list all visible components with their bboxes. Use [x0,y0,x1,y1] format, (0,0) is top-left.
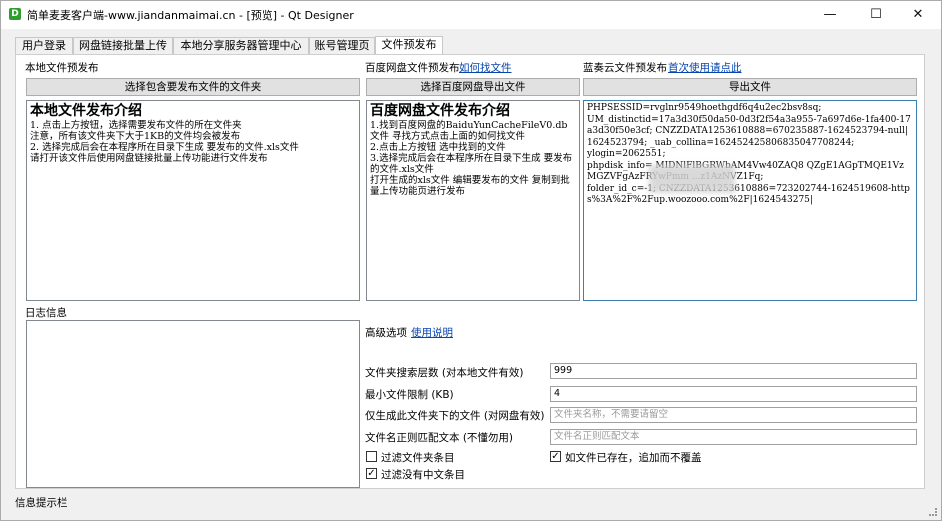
cookie-line: UM_distinctid=17a3d30f50da50-0d3f2f54a3a… [587,114,911,148]
min-size-input[interactable]: 4 [550,386,917,402]
min-size-label: 最小文件限制 (KB) [365,389,454,401]
search-depth-input[interactable]: 999 [550,363,917,379]
resize-grip[interactable] [929,508,937,516]
main-window: D 简单麦麦客户端-www.jiandanmaimai.cn - [预览] - … [0,0,942,521]
select-baidu-export-button[interactable]: 选择百度网盘导出文件 [366,78,580,96]
baidu-intro-line: 2.点击上方按钮 选中找到的文件 [370,142,506,153]
local-intro-line: 2. 选择完成后会在本程序所在目录下生成 要发布的文件.xls文件 [30,142,299,153]
title-bar[interactable]: D 简单麦麦客户端-www.jiandanmaimai.cn - [预览] - … [1,1,941,29]
filter-no-chinese-label: 过滤没有中文条目 [381,469,465,481]
tab-file-prepublish[interactable]: 文件预发布 [375,36,443,56]
cookie-line: phpdisk_info= MIDNlFlBGRWbAM4Vw40ZAQ8 QZ… [587,160,904,183]
cookie-line: folder_id_c=-1; CNZZDATA1253610886=72320… [587,183,910,206]
lanzou-section-label: 蓝奏云文件预发布 [583,62,667,74]
local-intro-line: 请打开该文件后使用网盘链接批量上传功能进行文件发布 [30,153,268,164]
search-depth-label: 文件夹搜索层数 (对本地文件有效) [365,367,524,379]
window-title: 简单麦麦客户端-www.jiandanmaimai.cn - [预览] - Qt… [27,9,354,22]
log-label: 日志信息 [25,307,67,319]
minimize-button[interactable]: — [807,1,853,29]
local-intro-heading: 本地文件发布介绍 [30,103,142,119]
baidu-intro-line: 1.找到百度网盘的BaiduYunCacheFileV0.db文件 寻找方式点击… [370,120,568,142]
cookie-line: PHPSESSID=rvglnr9549hoethgdf6q4u2ec2bsv8… [587,103,822,113]
filter-no-chinese-checkbox[interactable]: ✓ [366,468,377,479]
advanced-label: 高级选项 [365,327,407,339]
baidu-intro-line: 3.选择完成后会在本程序所在目录下生成 要发布的文件.xls文件 [370,153,573,175]
baidu-intro-heading: 百度网盘文件发布介绍 [370,103,510,119]
local-intro-textbox[interactable]: 本地文件发布介绍 1. 点击上方按钮，选择需要发布文件的所在文件夹 注意，所有该… [26,100,360,301]
local-intro-line: 1. 点击上方按钮，选择需要发布文件的所在文件夹 [30,120,242,131]
tab-local-share-server[interactable]: 本地分享服务器管理中心 [173,37,309,55]
cookie-textbox[interactable]: PHPSESSID=rvglnr9549hoethgdf6q4u2ec2bsv8… [583,100,917,301]
baidu-intro-line: 打开生成的xls文件 编辑要发布的文件 复制到批量上传功能页进行发布 [370,175,570,197]
append-checkbox[interactable]: ✓ [550,451,561,462]
status-bar: 信息提示栏 [15,497,68,509]
only-folder-input[interactable]: 文件夹名称，不需要请留空 [550,407,917,423]
append-label: 如文件已存在，追加而不覆盖 [565,452,702,464]
baidu-section-label: 百度网盘文件预发布 [365,62,460,74]
tab-account-manage[interactable]: 账号管理页 [309,37,375,55]
export-file-button[interactable]: 导出文件 [583,78,917,96]
close-button[interactable]: ✕ [895,1,941,29]
select-folder-button[interactable]: 选择包含要发布文件的文件夹 [26,78,360,96]
local-section-label: 本地文件预发布 [25,62,99,74]
log-textbox[interactable] [26,320,360,488]
baidu-intro-textbox[interactable]: 百度网盘文件发布介绍 1.找到百度网盘的BaiduYunCacheFileV0.… [366,100,580,301]
tab-pan-link-upload[interactable]: 网盘链接批量上传 [73,37,173,55]
how-to-find-file-link[interactable]: 如何找文件 [459,60,512,75]
usage-help-link[interactable]: 使用说明 [411,325,453,340]
maximize-button[interactable]: ☐ [853,1,899,29]
app-icon: D [9,8,21,20]
tab-content-panel: 本地文件预发布 选择包含要发布文件的文件夹 本地文件发布介绍 1. 点击上方按钮… [15,54,925,489]
regex-input[interactable]: 文件名正则匹配文本 [550,429,917,445]
filter-folder-checkbox[interactable] [366,451,377,462]
tab-user-login[interactable]: 用户登录 [15,37,73,55]
filter-folder-label: 过滤文件夹条目 [381,452,455,464]
only-folder-label: 仅生成此文件夹下的文件 (对网盘有效) [365,410,545,422]
regex-label: 文件名正则匹配文本 (不懂勿用) [365,432,514,444]
redaction-blur [649,165,735,193]
first-use-link[interactable]: 首次使用请点此 [668,60,742,75]
cookie-line: ylogin=2062551; [587,149,666,159]
local-intro-line: 注意，所有该文件夹下大于1KB的文件均会被发布 [30,131,241,142]
